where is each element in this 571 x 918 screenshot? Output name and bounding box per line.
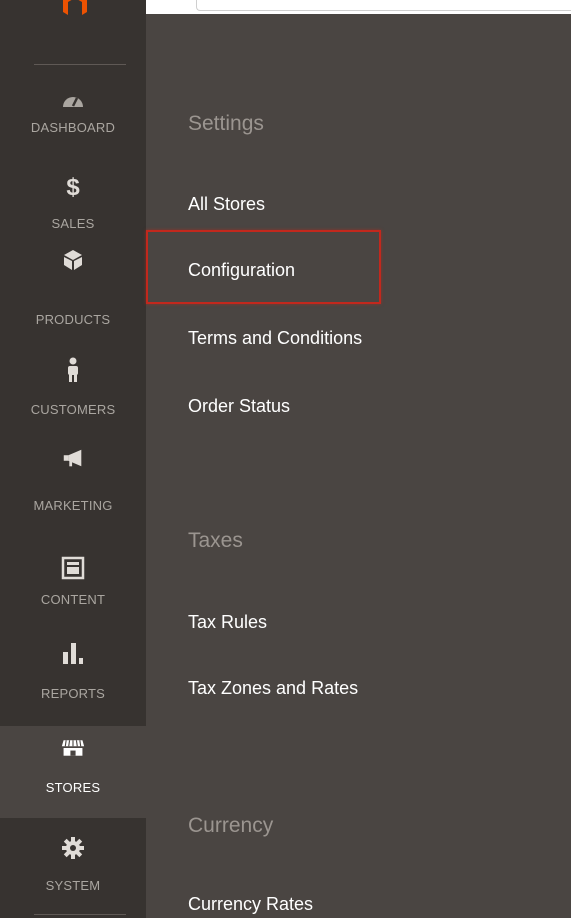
currency-section-title: Currency <box>188 814 274 837</box>
sidebar-item-label: SYSTEM <box>45 878 101 893</box>
sidebar-bottom-divider <box>34 914 126 915</box>
sidebar-item-label: STORES <box>45 780 101 795</box>
sidebar-item-content[interactable]: CONTENT <box>0 548 146 640</box>
megaphone-icon <box>61 446 85 470</box>
all-stores-link[interactable]: All Stores <box>188 194 265 215</box>
sidebar-item-marketing[interactable]: MARKETING <box>0 440 146 532</box>
sidebar-item-label: PRODUCTS <box>35 312 111 327</box>
sidebar-item-label: CONTENT <box>40 592 106 607</box>
sidebar-item-label: MARKETING <box>33 498 113 513</box>
sidebar-item-reports[interactable]: REPORTS <box>0 634 146 726</box>
configuration-highlight-box <box>146 230 381 304</box>
logo-divider <box>34 64 126 65</box>
sidebar-item-label: DASHBOARD <box>30 120 116 135</box>
taxes-section-title: Taxes <box>188 529 243 552</box>
sidebar-item-products[interactable]: PRODUCTS <box>0 240 146 332</box>
sidebar-item-stores[interactable]: STORES <box>0 726 146 818</box>
storefront-icon <box>61 736 85 760</box>
cube-icon <box>61 248 85 272</box>
settings-section-title: Settings <box>188 112 264 135</box>
sidebar-item-label: REPORTS <box>40 686 105 701</box>
tax-zones-and-rates-link[interactable]: Tax Zones and Rates <box>188 678 358 699</box>
sidebar-item-dashboard[interactable]: DASHBOARD <box>0 80 146 172</box>
magento-logo-icon[interactable] <box>60 0 90 20</box>
sidebar-item-label: SALES <box>51 216 95 231</box>
top-search-edge <box>196 0 571 11</box>
admin-sidebar: DASHBOARD $ SALES PRODUCTS CUSTOMERS MAR… <box>0 0 146 918</box>
dollar-icon: $ <box>66 174 80 201</box>
person-icon <box>61 357 85 382</box>
gear-icon <box>61 836 85 860</box>
dashboard-gauge-icon <box>61 88 85 112</box>
sidebar-item-system[interactable]: SYSTEM <box>0 820 146 912</box>
terms-and-conditions-link[interactable]: Terms and Conditions <box>188 328 362 349</box>
currency-rates-link[interactable]: Currency Rates <box>188 894 313 915</box>
bar-chart-icon <box>61 640 85 664</box>
sidebar-item-customers[interactable]: CUSTOMERS <box>0 352 146 444</box>
layout-icon <box>61 556 85 580</box>
stores-submenu-panel: Settings All Stores Configuration Terms … <box>146 14 571 918</box>
order-status-link[interactable]: Order Status <box>188 396 290 417</box>
sidebar-item-label: CUSTOMERS <box>30 402 116 417</box>
tax-rules-link[interactable]: Tax Rules <box>188 612 267 633</box>
